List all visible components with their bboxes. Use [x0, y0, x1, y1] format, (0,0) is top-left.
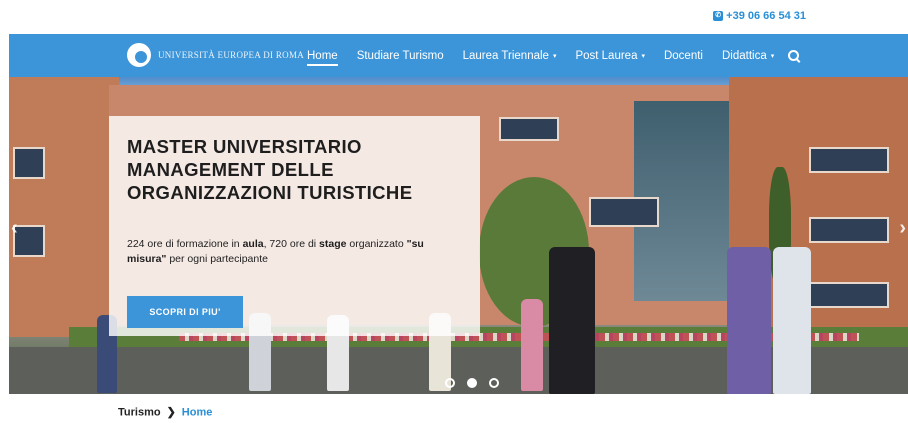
caret-down-icon: ▾ — [641, 52, 645, 60]
breadcrumb-current: Home — [181, 406, 213, 418]
nav-item-studiare-turismo[interactable]: Studiare Turismo — [357, 34, 444, 77]
nav-item-label: Studiare Turismo — [356, 49, 444, 62]
hero-window — [13, 147, 45, 179]
carousel-prev-icon[interactable]: ‹ — [11, 217, 18, 240]
breadcrumb-root-link[interactable]: Turismo — [118, 406, 161, 418]
chevron-right-icon: ❯ — [166, 406, 176, 419]
phone-number[interactable]: +39 06 66 54 31 — [726, 10, 806, 22]
hero-person — [773, 247, 811, 394]
logo-text: UNIVERSITÀ EUROPEA DI ROMA — [158, 50, 305, 60]
nav-item-docenti[interactable]: Docenti — [664, 34, 703, 77]
breadcrumb: Turismo ❯ Home — [118, 406, 212, 419]
nav-item-home[interactable]: Home — [307, 34, 338, 77]
phone-contact[interactable]: ✆ +39 06 66 54 31 — [713, 10, 806, 22]
hero-title: MASTER UNIVERSITARIO MANAGEMENT DELLE OR… — [127, 136, 413, 203]
hero-description: 224 ore di formazione in aula, 720 ore d… — [127, 237, 447, 267]
carousel-dot[interactable] — [467, 378, 477, 388]
nav-item-label: Docenti — [663, 49, 703, 62]
hero-carousel: MASTER UNIVERSITARIO MANAGEMENT DELLE OR… — [9, 77, 908, 394]
caret-down-icon: ▾ — [552, 52, 557, 60]
hero-window — [13, 225, 45, 257]
hero-person — [727, 247, 771, 394]
nav-item-label: Home — [307, 49, 338, 62]
nav-item-label: Laurea Triennale — [462, 49, 549, 62]
hero-description-part: aula — [242, 238, 264, 250]
nav-menu: Home Studiare Turismo Laurea Triennale ▾ … — [307, 34, 801, 77]
hero-description-part: stage — [319, 238, 347, 250]
discover-more-button[interactable]: SCOPRI DI PIU' — [127, 296, 243, 328]
nav-item-didattica[interactable]: Didattica ▾ — [722, 34, 774, 77]
hero-window — [589, 197, 659, 227]
hero-description-part: organizzato — [346, 238, 407, 250]
hero-window — [809, 147, 889, 173]
carousel-dot[interactable] — [489, 378, 499, 388]
search-icon[interactable] — [787, 49, 801, 63]
nav-item-label: Didattica — [721, 49, 767, 62]
hero-description-part: , 720 ore di — [263, 238, 320, 250]
carousel-next-icon[interactable]: › — [899, 217, 906, 240]
hero-description-part: 224 ore di formazione in — [127, 238, 243, 250]
main-navbar: UNIVERSITÀ EUROPEA DI ROMA Home Studiare… — [9, 34, 908, 77]
hero-person — [521, 299, 543, 391]
nav-item-laurea-triennale[interactable]: Laurea Triennale ▾ — [463, 34, 557, 77]
carousel-indicators — [445, 378, 499, 388]
top-bar: ✆ +39 06 66 54 31 — [0, 0, 908, 34]
logo-emblem-icon — [127, 43, 151, 67]
hero-window — [809, 217, 889, 243]
caret-down-icon: ▾ — [770, 52, 775, 60]
phone-icon: ✆ — [713, 11, 724, 21]
hero-window — [499, 117, 559, 141]
nav-item-label: Post Laurea — [575, 49, 638, 62]
hero-description-part: per ogni partecipante — [166, 253, 268, 265]
hero-building-left — [9, 77, 119, 337]
nav-item-post-laurea[interactable]: Post Laurea ▾ — [575, 34, 645, 77]
hero-window — [809, 282, 889, 308]
university-logo[interactable]: UNIVERSITÀ EUROPEA DI ROMA — [127, 43, 304, 67]
carousel-dot[interactable] — [445, 378, 455, 388]
hero-person — [549, 247, 595, 394]
